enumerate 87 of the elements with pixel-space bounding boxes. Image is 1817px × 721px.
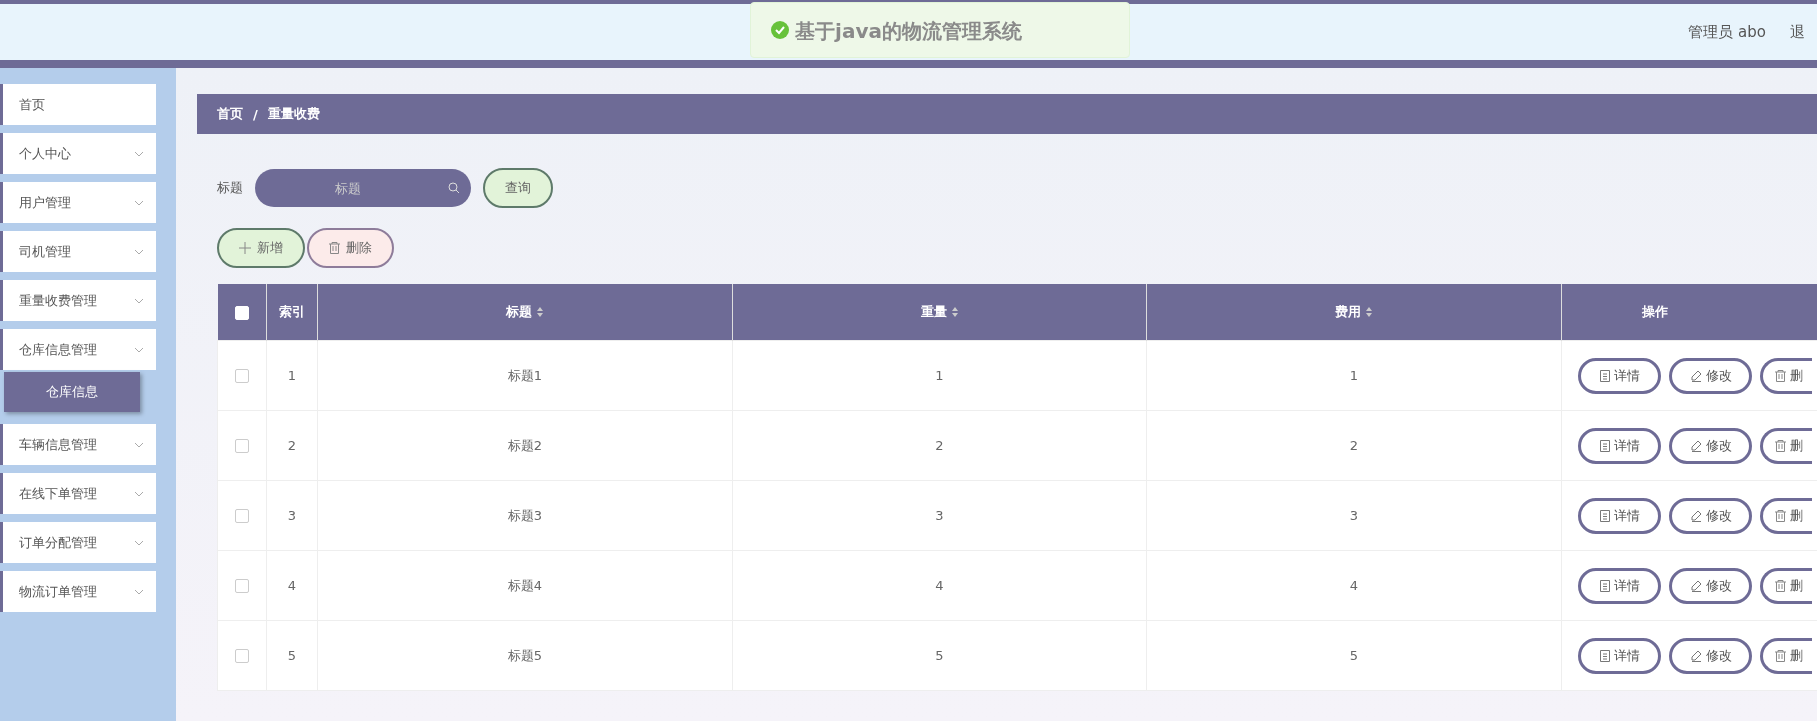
trash-icon <box>329 242 340 254</box>
column-header[interactable]: 重量 <box>920 303 959 321</box>
breadcrumb-item[interactable]: 首页 <box>217 105 243 123</box>
row-checkbox[interactable] <box>235 649 249 664</box>
edit-button[interactable]: 修改 <box>1669 427 1752 464</box>
select-all-checkbox[interactable] <box>234 305 249 320</box>
table-cell: 5 <box>935 648 944 663</box>
pencil-icon <box>1689 579 1702 592</box>
delete-button[interactable]: 删 <box>1760 357 1812 394</box>
search-icon <box>448 182 460 194</box>
table-cell: 2 <box>287 438 297 453</box>
pencil-icon <box>1689 509 1702 522</box>
menu-item[interactable]: 在线下单管理 <box>0 473 156 514</box>
column-header[interactable]: 标题 <box>506 303 544 321</box>
table-cell: 1 <box>935 368 944 383</box>
search-label: 标题 <box>217 179 243 197</box>
trash-icon <box>1775 579 1786 592</box>
table-cell: 标题2 <box>507 437 543 453</box>
menu-item[interactable]: 用户管理 <box>0 182 156 223</box>
search-field[interactable]: 标题 <box>255 169 471 207</box>
pencil-icon <box>1689 649 1702 662</box>
table-cell: 4 <box>1349 578 1359 593</box>
app-title: 基于java的物流管理系统 <box>795 19 1022 43</box>
table-cell: 5 <box>1349 648 1359 663</box>
check-circle-icon <box>771 21 789 39</box>
submenu-item[interactable]: 仓库信息 <box>4 372 140 412</box>
trash-icon <box>1775 509 1786 522</box>
table-cell: 3 <box>287 508 297 523</box>
document-icon <box>1599 439 1610 452</box>
trash-icon <box>1775 649 1786 662</box>
row-checkbox[interactable] <box>235 369 249 384</box>
delete-button[interactable]: 删除 <box>307 228 394 268</box>
table-cell: 2 <box>1349 438 1359 453</box>
column-header: 索引 <box>279 303 305 321</box>
table-cell: 3 <box>935 508 944 523</box>
trash-icon <box>1775 369 1786 382</box>
plus-icon <box>239 242 251 254</box>
table-cell: 5 <box>287 648 297 663</box>
row-checkbox[interactable] <box>235 509 249 524</box>
table-cell: 标题4 <box>507 577 543 593</box>
detail-button[interactable]: 详情 <box>1578 357 1661 394</box>
table-cell: 标题3 <box>507 507 543 523</box>
row-checkbox[interactable] <box>235 579 249 594</box>
user-name: 管理员 abo <box>1688 22 1766 42</box>
edit-button[interactable]: 修改 <box>1669 497 1752 534</box>
table-cell: 1 <box>287 368 297 383</box>
column-header: 操作 <box>1642 303 1668 321</box>
column-header[interactable]: 费用 <box>1335 303 1373 321</box>
detail-button[interactable]: 详情 <box>1578 497 1661 534</box>
detail-button[interactable]: 详情 <box>1578 637 1661 674</box>
row-checkbox[interactable] <box>235 439 249 454</box>
pencil-icon <box>1689 439 1702 452</box>
table-cell: 3 <box>1349 508 1359 523</box>
detail-button[interactable]: 详情 <box>1578 567 1661 604</box>
menu-item[interactable]: 重量收费管理 <box>0 280 156 321</box>
edit-button[interactable]: 修改 <box>1669 567 1752 604</box>
document-icon <box>1599 579 1610 592</box>
menu-item[interactable]: 首页 <box>0 84 156 125</box>
table-cell: 1 <box>1349 368 1359 383</box>
add-button[interactable]: 新增 <box>217 228 305 268</box>
menu-item[interactable]: 个人中心 <box>0 133 156 174</box>
delete-button[interactable]: 删 <box>1760 427 1812 464</box>
edit-button[interactable]: 修改 <box>1669 357 1752 394</box>
breadcrumb-separator: / <box>253 106 258 122</box>
menu-item[interactable]: 物流订单管理 <box>0 571 156 612</box>
delete-button[interactable]: 删 <box>1760 567 1812 604</box>
edit-button[interactable]: 修改 <box>1669 637 1752 674</box>
table-cell: 4 <box>935 578 944 593</box>
detail-button[interactable]: 详情 <box>1578 427 1661 464</box>
table-cell: 2 <box>935 438 944 453</box>
menu-item[interactable]: 司机管理 <box>0 231 156 272</box>
pencil-icon <box>1689 369 1702 382</box>
document-icon <box>1599 649 1610 662</box>
trash-icon <box>1775 439 1786 452</box>
menu-item[interactable]: 订单分配管理 <box>0 522 156 563</box>
breadcrumb-item[interactable]: 重量收费 <box>267 105 320 123</box>
document-icon <box>1599 369 1610 382</box>
document-icon <box>1599 509 1610 522</box>
delete-button[interactable]: 删 <box>1760 637 1812 674</box>
delete-button[interactable]: 删 <box>1760 497 1812 534</box>
menu-item[interactable]: 仓库信息管理 <box>0 329 156 370</box>
query-button[interactable]: 查询 <box>483 168 553 208</box>
table-cell: 标题5 <box>507 647 543 663</box>
table-cell: 标题1 <box>507 367 543 383</box>
logout-link[interactable]: 退 <box>1790 22 1805 42</box>
table-cell: 4 <box>287 578 297 593</box>
menu-item[interactable]: 车辆信息管理 <box>0 424 156 465</box>
